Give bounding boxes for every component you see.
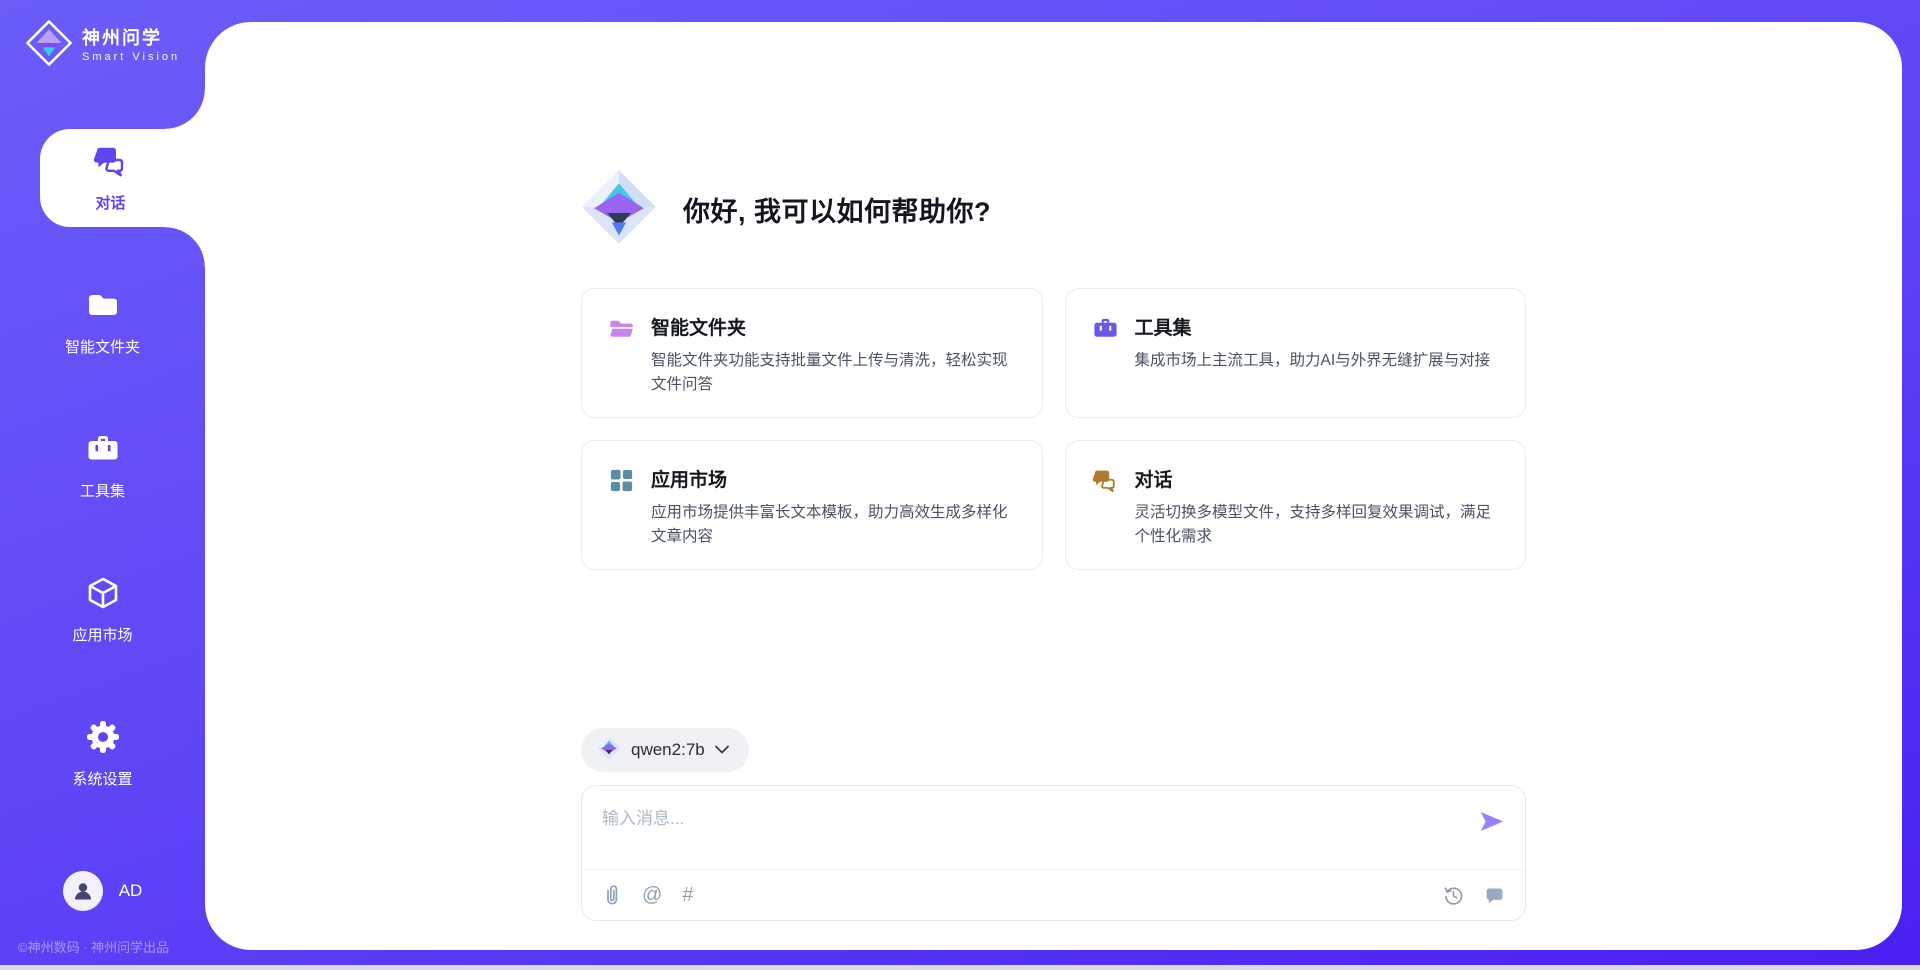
card-smart-folder[interactable]: 智能文件夹 智能文件夹功能支持批量文件上传与清洗，轻松实现文件问答 <box>581 288 1043 418</box>
sidebar-item-label: 应用市场 <box>72 624 132 645</box>
sidebar-item-settings[interactable]: 系统设置 <box>0 705 205 803</box>
brand-subtitle: Smart Vision <box>82 51 180 63</box>
card-chat[interactable]: 对话 灵活切换多模型文件，支持多样回复效果调试，满足个性化需求 <box>1065 440 1527 570</box>
bottom-edge-strip <box>0 965 1920 970</box>
brand-text: 神州问学 Smart Vision <box>82 28 180 64</box>
card-title: 应用市场 <box>651 465 1016 492</box>
briefcase-icon <box>85 431 121 472</box>
card-app-market[interactable]: 应用市场 应用市场提供丰富长文本模板，助力高效生成多样化文章内容 <box>581 440 1043 570</box>
chat-icon <box>1092 467 1119 545</box>
greeting-text: 你好, 我可以如何帮助你? <box>683 190 991 229</box>
model-logo-icon <box>597 736 621 765</box>
sidebar-item-smart-folder[interactable]: 智能文件夹 <box>0 273 205 371</box>
sidebar-bottom: AD ©神州数码 · 神州问学出品 <box>0 871 205 970</box>
input-toolbar: @ # <box>582 869 1525 920</box>
home-content: 你好, 我可以如何帮助你? 智能文件夹 智能文件夹功能支持批量文件上传与清洗，轻… <box>581 22 1526 921</box>
paperclip-icon[interactable] <box>602 884 622 906</box>
folder-open-icon <box>608 315 635 393</box>
history-icon[interactable] <box>1443 885 1464 906</box>
chevron-down-icon <box>715 741 729 759</box>
card-title: 对话 <box>1135 465 1500 492</box>
message-input[interactable] <box>582 786 1525 869</box>
comment-icon[interactable] <box>1484 885 1505 906</box>
card-description: 应用市场提供丰富长文本模板，助力高效生成多样化文章内容 <box>651 501 1016 550</box>
model-selector[interactable]: qwen2:7b <box>581 728 749 772</box>
cube-icon <box>85 575 121 616</box>
sidebar-item-chat[interactable]: 对话 <box>40 129 205 227</box>
send-icon[interactable] <box>1478 808 1505 835</box>
model-name: qwen2:7b <box>631 740 705 760</box>
composer: qwen2:7b @ <box>581 728 1526 921</box>
card-text: 对话 灵活切换多模型文件，支持多样回复效果调试，满足个性化需求 <box>1135 465 1500 545</box>
app-logo-diamond <box>581 169 657 250</box>
card-text: 工具集 集成市场上主流工具，助力AI与外界无缝扩展与对接 <box>1135 313 1491 393</box>
sidebar-item-label: 智能文件夹 <box>65 336 140 357</box>
chat-bubbles-icon <box>93 143 129 184</box>
card-toolset[interactable]: 工具集 集成市场上主流工具，助力AI与外界无缝扩展与对接 <box>1065 288 1527 418</box>
card-title: 工具集 <box>1135 313 1491 340</box>
main-content-panel: 你好, 我可以如何帮助你? 智能文件夹 智能文件夹功能支持批量文件上传与清洗，轻… <box>205 22 1902 950</box>
grid-icon <box>608 467 635 545</box>
sidebar-nav: 对话 智能文件夹 工具集 <box>0 129 205 849</box>
card-text: 智能文件夹 智能文件夹功能支持批量文件上传与清洗，轻松实现文件问答 <box>651 313 1016 393</box>
card-description: 智能文件夹功能支持批量文件上传与清洗，轻松实现文件问答 <box>651 349 1016 398</box>
briefcase-icon <box>1092 315 1119 393</box>
card-text: 应用市场 应用市场提供丰富长文本模板，助力高效生成多样化文章内容 <box>651 465 1016 545</box>
mention-icon[interactable]: @ <box>642 885 662 905</box>
brand-logo-icon <box>26 20 72 71</box>
user-name: AD <box>119 881 143 901</box>
copyright: ©神州数码 · 神州问学出品 <box>0 937 205 970</box>
brand: 神州问学 Smart Vision <box>0 0 205 71</box>
card-description: 集成市场上主流工具，助力AI与外界无缝扩展与对接 <box>1135 349 1491 373</box>
brand-title: 神州问学 <box>82 28 180 50</box>
sidebar-item-label: 对话 <box>95 192 125 213</box>
user-profile[interactable]: AD <box>0 871 205 911</box>
hash-icon[interactable]: # <box>682 885 693 905</box>
sidebar-item-toolset[interactable]: 工具集 <box>0 417 205 515</box>
greeting-row: 你好, 我可以如何帮助你? <box>581 169 1526 250</box>
gear-icon <box>85 719 121 760</box>
sidebar: 神州问学 Smart Vision 对话 智能文件夹 <box>0 0 205 970</box>
message-input-box: @ # <box>581 785 1526 921</box>
card-title: 智能文件夹 <box>651 313 1016 340</box>
sidebar-item-label: 系统设置 <box>72 768 132 789</box>
sidebar-item-label: 工具集 <box>80 480 125 501</box>
card-description: 灵活切换多模型文件，支持多样回复效果调试，满足个性化需求 <box>1135 501 1500 550</box>
sidebar-item-app-market[interactable]: 应用市场 <box>0 561 205 659</box>
avatar <box>63 871 103 911</box>
folder-icon <box>85 287 121 328</box>
feature-cards: 智能文件夹 智能文件夹功能支持批量文件上传与清洗，轻松实现文件问答 工具集 集成… <box>581 288 1526 570</box>
